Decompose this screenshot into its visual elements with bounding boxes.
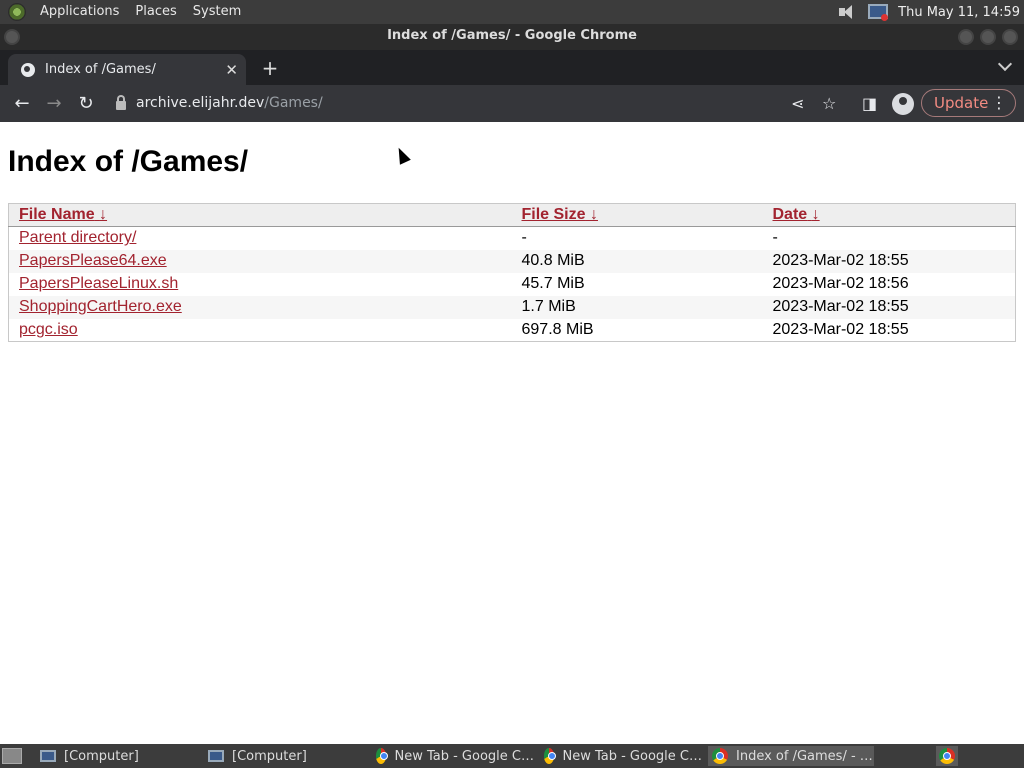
file-date: 2023-Mar-02 18:55 [772, 320, 909, 338]
volume-icon[interactable] [838, 4, 856, 20]
taskbar: [Computer] [Computer] New Tab - Google C… [0, 744, 1024, 768]
table-row: Parent directory/ - - [9, 227, 1016, 250]
chrome-icon [939, 748, 955, 764]
file-size: 40.8 MiB [511, 249, 763, 273]
browser-toolbar: ← → ↻ archive.elijahr.dev/Games/ ⋖ ☆ ◨ U… [0, 85, 1024, 122]
chrome-icon [544, 748, 557, 764]
window-title-bar: Index of /Games/ - Google Chrome [0, 24, 1024, 50]
sort-by-size-link[interactable]: File Size ↓ [522, 206, 598, 223]
side-panel-icon[interactable]: ◨ [862, 94, 877, 113]
file-size: 697.8 MiB [521, 320, 594, 338]
tab-title: Index of /Games/ [45, 62, 156, 77]
kebab-menu-icon[interactable]: ⋮ [991, 90, 1007, 116]
back-arrow-icon[interactable]: ← [6, 93, 38, 114]
column-header-date: Date ↓ [762, 203, 1016, 227]
chevron-down-icon[interactable] [997, 56, 1013, 72]
file-link[interactable]: pcgc.iso [19, 321, 78, 338]
taskbar-item-new-tab-2[interactable]: New Tab - Google C… [540, 746, 702, 766]
tab-index-of-games[interactable]: Index of /Games/ ✕ [8, 54, 246, 85]
reload-icon[interactable]: ↻ [70, 93, 102, 114]
globe-icon [21, 62, 35, 77]
taskbar-item-computer-2[interactable]: [Computer] [204, 746, 364, 766]
new-tab-button[interactable]: + [259, 56, 281, 80]
table-row: ShoppingCartHero.exe 1.7 MiB 2023-Mar-02… [8, 295, 1016, 319]
network-icon[interactable] [866, 3, 889, 21]
sort-by-name-link[interactable]: File Name ↓ [19, 206, 107, 223]
table-row: PapersPlease64.exe 40.8 MiB 2023-Mar-02 … [8, 249, 1016, 273]
chrome-icon [376, 748, 389, 764]
file-link[interactable]: PapersPlease64.exe [19, 252, 167, 269]
file-link[interactable]: ShoppingCartHero.exe [19, 298, 182, 315]
file-size: 45.7 MiB [521, 275, 585, 292]
window-title: Index of /Games/ - Google Chrome [387, 28, 637, 43]
update-label: Update [934, 94, 989, 112]
computer-icon [208, 750, 224, 762]
file-date: 2023-Mar-02 18:55 [762, 295, 1016, 319]
file-link[interactable]: Parent directory/ [19, 229, 136, 246]
taskbar-item-computer-1[interactable]: [Computer] [36, 746, 196, 766]
update-button[interactable]: Update ⋮ [921, 89, 1016, 117]
profile-avatar-icon[interactable] [892, 93, 914, 115]
tray-chrome-button[interactable] [936, 746, 958, 766]
applications-menu[interactable]: Applications [32, 0, 127, 24]
taskbar-item-new-tab-1[interactable]: New Tab - Google C… [372, 746, 534, 766]
places-menu[interactable]: Places [127, 0, 184, 24]
table-header-row: File Name ↓ File Size ↓ Date ↓ [8, 203, 1016, 227]
share-icon[interactable]: ⋖ [791, 94, 804, 113]
url-host: archive.elijahr.dev [136, 95, 265, 111]
chrome-icon [712, 748, 728, 764]
column-header-file-name: File Name ↓ [8, 203, 512, 227]
close-icon[interactable]: ✕ [225, 61, 238, 79]
page-title: Index of /Games/ [8, 145, 249, 178]
computer-icon [40, 750, 56, 762]
taskbar-item-index-of-games[interactable]: Index of /Games/ - … [708, 746, 874, 766]
column-header-file-size: File Size ↓ [511, 203, 763, 227]
lock-icon[interactable] [116, 94, 126, 110]
system-menu[interactable]: System [185, 0, 249, 24]
page-content: Index of /Games/ File Name ↓ File Size ↓… [0, 122, 1024, 744]
distro-logo-icon[interactable] [8, 3, 26, 21]
file-date: 2023-Mar-02 18:55 [762, 249, 1016, 273]
file-date: 2023-Mar-02 18:56 [772, 275, 909, 292]
bookmark-star-icon[interactable]: ☆ [822, 94, 836, 113]
system-top-panel: Applications Places System Thu May 11, 1… [0, 0, 1024, 24]
file-date: - [772, 229, 778, 247]
address-bar[interactable]: archive.elijahr.dev/Games/ [106, 88, 856, 118]
minimize-button[interactable] [958, 29, 974, 45]
forward-arrow-icon[interactable]: → [38, 93, 70, 114]
url-path: /Games/ [264, 95, 323, 111]
table-row: pcgc.iso 697.8 MiB 2023-Mar-02 18:55 [9, 319, 1016, 342]
window-menu-button[interactable] [4, 29, 20, 45]
file-link[interactable]: PapersPleaseLinux.sh [19, 275, 178, 292]
show-desktop-icon[interactable] [2, 748, 22, 764]
file-size: 1.7 MiB [511, 295, 763, 319]
table-row: PapersPleaseLinux.sh 45.7 MiB 2023-Mar-0… [9, 273, 1016, 296]
clock[interactable]: Thu May 11, 14:59 [898, 5, 1020, 20]
file-listing-table: File Name ↓ File Size ↓ Date ↓ Parent di… [8, 203, 1016, 342]
sort-by-date-link[interactable]: Date ↓ [773, 206, 820, 223]
tab-strip: Index of /Games/ ✕ + [0, 50, 1024, 85]
close-window-button[interactable] [1002, 29, 1018, 45]
file-size: - [521, 229, 527, 247]
maximize-button[interactable] [980, 29, 996, 45]
